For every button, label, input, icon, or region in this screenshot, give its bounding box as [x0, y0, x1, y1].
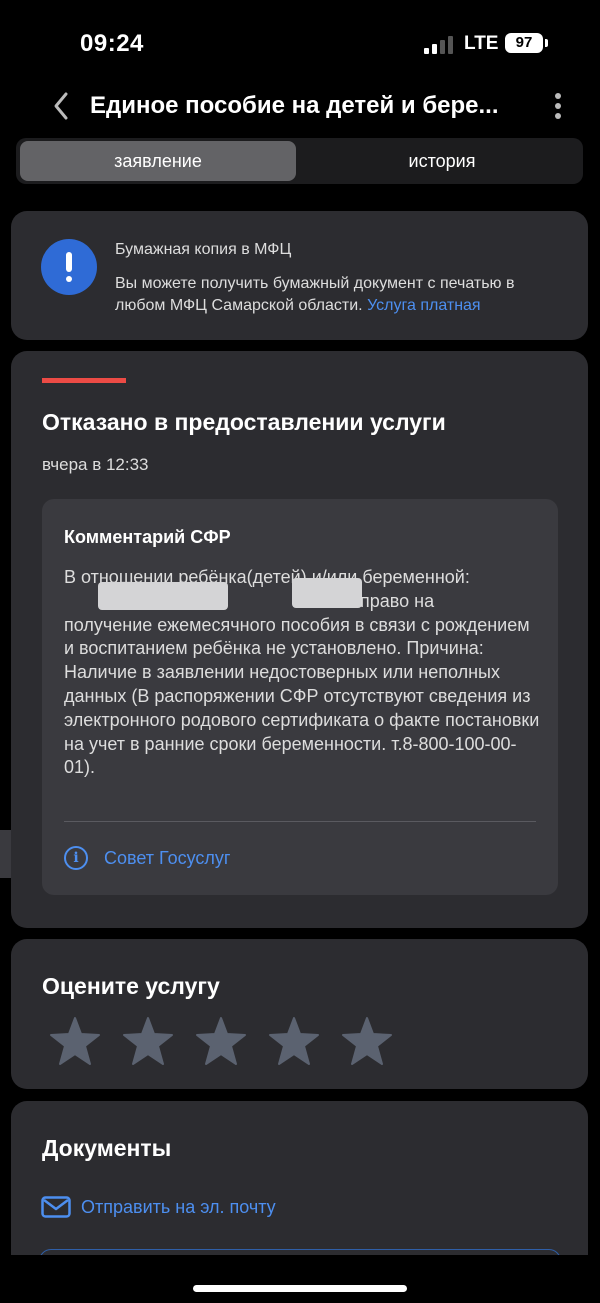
more-menu-icon[interactable]: [548, 90, 568, 126]
exclamation-icon: [41, 239, 97, 295]
mail-icon[interactable]: [41, 1196, 71, 1218]
comment-title: Комментарий СФР: [64, 527, 231, 547]
status-bar: 09:24 LTE 97: [0, 0, 600, 88]
gosuslugi-tip-link[interactable]: Совет Госуслуг: [104, 848, 230, 869]
battery-tip: [545, 39, 548, 47]
send-email-link[interactable]: Отправить на эл. почту: [81, 1197, 276, 1218]
result-card: Отказано в предоставлении услуги вчера в…: [11, 351, 588, 928]
star-icon[interactable]: [195, 1016, 247, 1066]
notice-text: Вы можете получить бумажный документ с п…: [115, 273, 565, 317]
comment-body: получение ежемесячного пособия в связи с…: [64, 614, 540, 778]
status-indicator: [42, 378, 126, 383]
redacted-block: [98, 581, 228, 610]
info-icon[interactable]: i: [64, 846, 88, 870]
documents-title: Документы: [42, 1135, 172, 1161]
nav-bar: Единое пособие на детей и бере...: [0, 82, 600, 132]
segmented-control: заявление история: [16, 138, 583, 184]
paper-copy-notice: Бумажная копия в МФЦ Вы можете получить …: [11, 211, 588, 340]
battery-icon: 97: [505, 33, 543, 53]
status-date: вчера в 12:33: [42, 455, 149, 474]
rating-card: Оцените услугу: [11, 939, 588, 1089]
star-icon[interactable]: [122, 1016, 174, 1066]
comment-line-2: право на: [64, 577, 544, 614]
comment-line-2-text: право на: [360, 590, 435, 611]
redacted-block: [292, 577, 362, 608]
network-type: LTE: [464, 33, 499, 54]
star-icon[interactable]: [341, 1016, 393, 1066]
star-icon[interactable]: [49, 1016, 101, 1066]
page-title: Единое пособие на детей и бере...: [90, 92, 499, 119]
star-icon[interactable]: [268, 1016, 320, 1066]
notice-title: Бумажная копия в МФЦ: [115, 241, 292, 258]
tab-history[interactable]: история: [306, 141, 578, 181]
comment-text: В отношении ребёнка(детей) и/или беремен…: [64, 566, 544, 780]
paid-service-link[interactable]: Услуга платная: [367, 297, 481, 314]
signal-icon: [424, 36, 454, 54]
rating-title: Оцените услугу: [42, 973, 220, 999]
status-title: Отказано в предоставлении услуги: [42, 409, 446, 435]
home-indicator[interactable]: [193, 1285, 407, 1292]
back-icon[interactable]: [48, 88, 78, 124]
sfr-comment: Комментарий СФР В отношении ребёнка(дете…: [42, 499, 558, 895]
side-edge: [0, 830, 11, 878]
home-bar: [0, 1255, 600, 1303]
tab-application[interactable]: заявление: [20, 141, 296, 181]
divider: [64, 821, 536, 822]
status-time: 09:24: [80, 30, 144, 57]
